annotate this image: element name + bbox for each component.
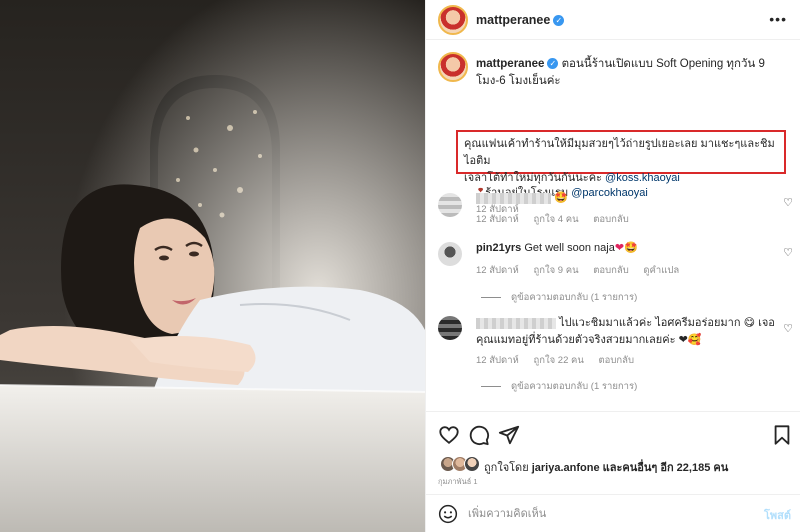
likes-count[interactable]: 22,185 <box>677 462 711 474</box>
comment-like-heart-icon[interactable]: ♡ <box>783 246 793 259</box>
commenter-username[interactable]: pin21yrs <box>476 242 521 254</box>
caption-avatar[interactable] <box>438 52 468 82</box>
emoji-icon[interactable] <box>438 504 458 524</box>
comment-text: 🤩 <box>554 192 568 204</box>
post-header: mattperanee ✓ ••• <box>426 0 800 40</box>
comment-text-line1: ไปแวะชิมมาแล้วค่ะ ไอศครีมอร่อยมาก 😋 เจอ <box>559 317 775 329</box>
comment-time: 12 สัปดาห์ <box>476 265 519 276</box>
comment-text-line2: คุณแมทอยู่ที่ร้านด้วยตัวจริงสวยมากเลยค่ะ… <box>476 334 702 346</box>
comment-reply-button[interactable]: ตอบกลับ <box>593 214 629 225</box>
likes-suffix[interactable]: คน <box>713 462 728 474</box>
highlighted-caption-box: คุณแฟนเค้าทำร้านให้มีมุมสวยๆไว้ถ่ายรูปเย… <box>456 130 786 184</box>
likes-prefix: ถูกใจโดย <box>484 462 529 474</box>
commenter-username-blurred[interactable] <box>476 192 551 204</box>
more-options-icon[interactable]: ••• <box>769 11 787 27</box>
view-replies-label: ดูข้อความตอบกลับ (1 รายการ) <box>511 381 638 392</box>
commenter-avatar[interactable] <box>438 242 462 266</box>
caption-username[interactable]: mattperanee <box>476 58 544 70</box>
likes-middle[interactable]: และคนอื่นๆ อีก <box>603 462 674 474</box>
highlight-line1: คุณแฟนเค้าทำร้านให้มีมุมสวยๆไว้ถ่ายรูปเย… <box>464 138 775 167</box>
author-avatar[interactable] <box>438 5 468 35</box>
comment-time: 12 สัปดาห์ <box>476 355 519 366</box>
view-replies-button[interactable]: ดูข้อความตอบกลับ (1 รายการ) <box>481 379 637 394</box>
view-replies-label: ดูข้อความตอบกลับ (1 รายการ) <box>511 292 638 303</box>
add-comment-bar: โพสต์ <box>426 494 800 532</box>
comment-likes[interactable]: ถูกใจ 9 คน <box>533 265 578 276</box>
comment-icon[interactable] <box>468 424 490 446</box>
commenter-avatar[interactable] <box>438 316 462 340</box>
woman-portrait-image <box>0 0 425 532</box>
comment-reply-button[interactable]: ตอบกลับ <box>593 265 629 276</box>
author-username[interactable]: mattperanee <box>476 13 550 27</box>
post-detail-panel: mattperanee ✓ ••• mattperanee ✓ ตอนนี้ร้าน… <box>425 0 800 532</box>
verified-badge-icon: ✓ <box>547 58 559 70</box>
verified-badge-icon: ✓ <box>553 15 565 27</box>
share-icon[interactable] <box>498 424 520 446</box>
translate-button[interactable]: ดูคำแปล <box>643 265 679 276</box>
replies-divider-line <box>481 385 501 387</box>
post-photo <box>0 0 425 532</box>
bookmark-icon[interactable] <box>771 424 793 446</box>
likes-summary: ถูกใจโดย jariya.anfone และคนอื่นๆ อีก 22… <box>426 452 800 486</box>
heart-icon[interactable] <box>438 424 460 446</box>
comment-likes[interactable]: ถูกใจ 22 คน <box>533 355 583 366</box>
view-replies-button[interactable]: ดูข้อความตอบกลับ (1 รายการ) <box>481 290 637 305</box>
comment-text: Get well soon naja <box>524 242 615 254</box>
comment-reply-button[interactable]: ตอบกลับ <box>599 355 635 366</box>
post-comment-button[interactable]: โพสต์ <box>764 506 791 524</box>
post-date: กุมภาพันธ์ 1 <box>438 477 478 486</box>
comment-like-heart-icon[interactable]: ♡ <box>783 196 793 209</box>
comment-like-heart-icon[interactable]: ♡ <box>783 322 793 335</box>
commenter-avatar[interactable] <box>438 193 462 217</box>
likes-user-link[interactable]: jariya.anfone <box>532 462 600 474</box>
commenter-username-blurred[interactable] <box>476 317 556 329</box>
comment-emoji: ❤🤩 <box>614 242 638 254</box>
comment-likes[interactable]: ถูกใจ 4 คน <box>533 214 578 225</box>
caption-text: mattperanee ✓ ตอนนี้ร้านเปิดแบบ Soft Open… <box>476 56 786 90</box>
comment-time: 12 สัปดาห์ <box>476 214 519 225</box>
action-bar <box>426 411 800 457</box>
replies-divider-line <box>481 296 501 298</box>
add-comment-input[interactable] <box>468 505 738 523</box>
liker-avatar[interactable] <box>464 456 480 472</box>
